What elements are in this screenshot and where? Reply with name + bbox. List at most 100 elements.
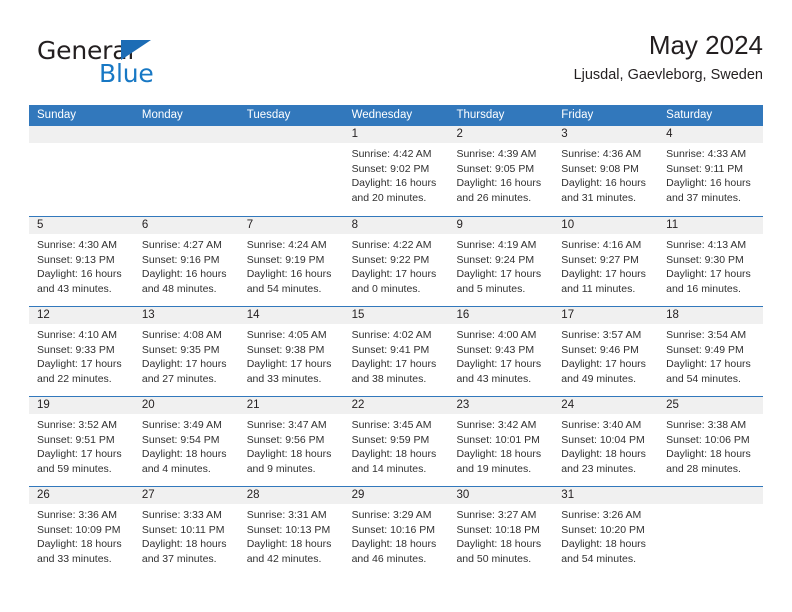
- day-cell[interactable]: 28 Sunrise: 3:31 AM Sunset: 10:13 PM Daylig…: [238, 487, 344, 576]
- day-cell-empty: [29, 126, 134, 216]
- day-cell[interactable]: 15 Sunrise: 4:02 AM Sunset: 9:41 PM Dayligh…: [343, 307, 449, 396]
- day-sun-info: Sunrise: 3:33 AM Sunset: 10:11 PM Daylight…: [134, 504, 239, 566]
- day-cell[interactable]: 21 Sunrise: 3:47 AM Sunset: 9:56 PM Dayligh…: [238, 397, 344, 486]
- day-cell[interactable]: 30 Sunrise: 3:27 AM Sunset: 10:18 PM Daylig…: [448, 487, 554, 576]
- day-number: 2: [448, 126, 554, 143]
- day-number: 28: [238, 487, 344, 504]
- day-cell[interactable]: 13 Sunrise: 4:08 AM Sunset: 9:35 PM Dayligh…: [133, 307, 239, 396]
- daylight-text-line2: and 9 minutes.: [246, 462, 316, 475]
- daylight-text-line1: Daylight: 16 hours: [666, 177, 751, 190]
- sunrise-text: Sunrise: 3:27 AM: [456, 509, 537, 521]
- day-cell[interactable]: 11 Sunrise: 4:13 AM Sunset: 9:30 PM Dayligh…: [658, 217, 764, 306]
- sunrise-text: Sunrise: 4:02 AM: [351, 329, 432, 341]
- calendar-week-row: 1 Sunrise: 4:42 AM Sunset: 9:02 PM Daylight…: [29, 126, 764, 216]
- daylight-text-line2: and 42 minutes.: [246, 552, 322, 565]
- day-cell[interactable]: 2 Sunrise: 4:39 AM Sunset: 9:05 PM Daylight…: [448, 126, 554, 216]
- general-blue-logo[interactable]: General Blue: [37, 36, 237, 92]
- day-cell[interactable]: 10 Sunrise: 4:16 AM Sunset: 9:27 PM Dayligh…: [553, 217, 659, 306]
- daylight-text-line1: Daylight: 18 hours: [141, 448, 227, 461]
- day-cell[interactable]: 19 Sunrise: 3:52 AM Sunset: 9:51 PM Dayligh…: [29, 397, 134, 486]
- day-cell[interactable]: 20 Sunrise: 3:49 AM Sunset: 9:54 PM Dayligh…: [133, 397, 239, 486]
- day-cell[interactable]: 1 Sunrise: 4:42 AM Sunset: 9:02 PM Daylight…: [343, 126, 449, 216]
- logo-text-blue: Blue: [99, 59, 154, 88]
- daylight-text-line2: and 0 minutes.: [351, 282, 421, 295]
- calendar-week-row: 19 Sunrise: 3:52 AM Sunset: 9:51 PM Dayligh…: [29, 396, 764, 486]
- sunrise-text: Sunrise: 4:39 AM: [456, 148, 537, 160]
- day-cell[interactable]: 12 Sunrise: 4:10 AM Sunset: 9:33 PM Dayligh…: [29, 307, 134, 396]
- sunset-text: Sunset: 9:43 PM: [456, 343, 535, 356]
- day-cell[interactable]: 25 Sunrise: 3:38 AM Sunset: 10:06 PM Daylig…: [658, 397, 764, 486]
- sunrise-text: Sunrise: 4:08 AM: [141, 329, 222, 341]
- day-number: 25: [658, 397, 764, 414]
- sunset-text: Sunset: 9:11 PM: [666, 162, 744, 175]
- sunset-text: Sunset: 9:49 PM: [666, 343, 744, 356]
- day-sun-info: Sunrise: 4:27 AM Sunset: 9:16 PM Daylight:…: [134, 234, 239, 296]
- day-cell[interactable]: 8 Sunrise: 4:22 AM Sunset: 9:22 PM Daylight…: [343, 217, 449, 306]
- day-number: 16: [448, 307, 554, 324]
- sunrise-text: Sunrise: 4:05 AM: [246, 329, 327, 341]
- day-cell[interactable]: 9 Sunrise: 4:19 AM Sunset: 9:24 PM Daylight…: [448, 217, 554, 306]
- logo-triangle-icon: [121, 40, 151, 60]
- day-cell[interactable]: 5 Sunrise: 4:30 AM Sunset: 9:13 PM Daylight…: [29, 217, 134, 306]
- day-number: 6: [133, 217, 239, 234]
- day-cell[interactable]: 18 Sunrise: 3:54 AM Sunset: 9:49 PM Dayligh…: [658, 307, 764, 396]
- day-number: 22: [343, 397, 449, 414]
- sunrise-text: Sunrise: 3:33 AM: [141, 509, 222, 521]
- day-number: 13: [133, 307, 239, 324]
- day-number: 9: [448, 217, 554, 234]
- daylight-text-line2: and 59 minutes.: [37, 462, 112, 475]
- sunset-text: Sunset: 10:18 PM: [456, 523, 540, 536]
- sunrise-text: Sunrise: 4:00 AM: [456, 329, 537, 341]
- sunrise-text: Sunrise: 3:45 AM: [351, 419, 432, 431]
- calendar-weeks: 1 Sunrise: 4:42 AM Sunset: 9:02 PM Daylight…: [29, 126, 764, 576]
- sunset-text: Sunset: 9:27 PM: [561, 253, 639, 266]
- day-cell[interactable]: 7 Sunrise: 4:24 AM Sunset: 9:19 PM Daylight…: [238, 217, 344, 306]
- day-cell[interactable]: 6 Sunrise: 4:27 AM Sunset: 9:16 PM Daylight…: [133, 217, 239, 306]
- sunrise-text: Sunrise: 3:40 AM: [561, 419, 642, 431]
- daylight-text-line1: Daylight: 18 hours: [456, 538, 542, 551]
- day-cell[interactable]: 17 Sunrise: 3:57 AM Sunset: 9:46 PM Dayligh…: [553, 307, 659, 396]
- day-cell[interactable]: 3 Sunrise: 4:36 AM Sunset: 9:08 PM Daylight…: [553, 126, 659, 216]
- day-cell[interactable]: 31 Sunrise: 3:26 AM Sunset: 10:20 PM Daylig…: [553, 487, 659, 576]
- sunrise-text: Sunrise: 3:31 AM: [246, 509, 327, 521]
- daylight-text-line1: Daylight: 16 hours: [351, 177, 437, 190]
- daylight-text-line1: Daylight: 18 hours: [456, 448, 542, 461]
- day-sun-info: Sunrise: 3:54 AM Sunset: 9:49 PM Daylight:…: [658, 324, 763, 386]
- daylight-text-line2: and 31 minutes.: [561, 191, 637, 204]
- day-number: 27: [133, 487, 239, 504]
- calendar-week-row: 26 Sunrise: 3:36 AM Sunset: 10:09 PM Daylig…: [29, 486, 764, 576]
- day-sun-info: Sunrise: 4:05 AM Sunset: 9:38 PM Daylight:…: [239, 324, 344, 386]
- day-cell[interactable]: 22 Sunrise: 3:45 AM Sunset: 9:59 PM Dayligh…: [343, 397, 449, 486]
- day-number: [658, 487, 764, 504]
- sunrise-text: Sunrise: 4:27 AM: [141, 239, 222, 251]
- day-sun-info: Sunrise: 3:40 AM Sunset: 10:04 PM Daylight…: [553, 414, 658, 476]
- sunrise-text: Sunrise: 4:16 AM: [561, 239, 642, 251]
- day-sun-info: Sunrise: 3:57 AM Sunset: 9:46 PM Daylight:…: [553, 324, 658, 386]
- title-block: May 2024 Ljusdal, Gaevleborg, Sweden: [574, 28, 763, 86]
- page-title: May 2024: [648, 30, 763, 60]
- day-cell[interactable]: 26 Sunrise: 3:36 AM Sunset: 10:09 PM Daylig…: [29, 487, 134, 576]
- day-cell[interactable]: 4 Sunrise: 4:33 AM Sunset: 9:11 PM Daylight…: [658, 126, 764, 216]
- sunrise-text: Sunrise: 3:49 AM: [141, 419, 222, 431]
- day-cell[interactable]: 14 Sunrise: 4:05 AM Sunset: 9:38 PM Dayligh…: [238, 307, 344, 396]
- calendar-week-row: 12 Sunrise: 4:10 AM Sunset: 9:33 PM Dayligh…: [29, 306, 764, 396]
- daylight-text-line2: and 28 minutes.: [666, 462, 741, 475]
- daylight-text-line1: Daylight: 18 hours: [141, 538, 227, 551]
- day-cell[interactable]: 29 Sunrise: 3:29 AM Sunset: 10:16 PM Daylig…: [343, 487, 449, 576]
- day-sun-info: Sunrise: 4:16 AM Sunset: 9:27 PM Daylight:…: [553, 234, 658, 296]
- day-sun-info: Sunrise: 4:02 AM Sunset: 9:41 PM Daylight:…: [344, 324, 449, 386]
- sunset-text: Sunset: 9:16 PM: [141, 253, 220, 266]
- day-cell[interactable]: 23 Sunrise: 3:42 AM Sunset: 10:01 PM Daylig…: [448, 397, 554, 486]
- weekday-header-wednesday: Wednesday: [351, 109, 413, 121]
- day-number: 14: [238, 307, 344, 324]
- sunset-text: Sunset: 9:13 PM: [37, 253, 115, 266]
- day-cell[interactable]: 16 Sunrise: 4:00 AM Sunset: 9:43 PM Dayligh…: [448, 307, 554, 396]
- day-cell[interactable]: 27 Sunrise: 3:33 AM Sunset: 10:11 PM Daylig…: [133, 487, 239, 576]
- day-number: 29: [343, 487, 449, 504]
- day-number: 23: [448, 397, 554, 414]
- calendar-grid: Sunday Monday Tuesday Wednesday Thursday…: [29, 105, 764, 576]
- daylight-text-line1: Daylight: 18 hours: [561, 448, 646, 461]
- sunset-text: Sunset: 9:54 PM: [141, 433, 220, 446]
- daylight-text-line2: and 37 minutes.: [141, 552, 217, 565]
- day-cell[interactable]: 24 Sunrise: 3:40 AM Sunset: 10:04 PM Daylig…: [553, 397, 659, 486]
